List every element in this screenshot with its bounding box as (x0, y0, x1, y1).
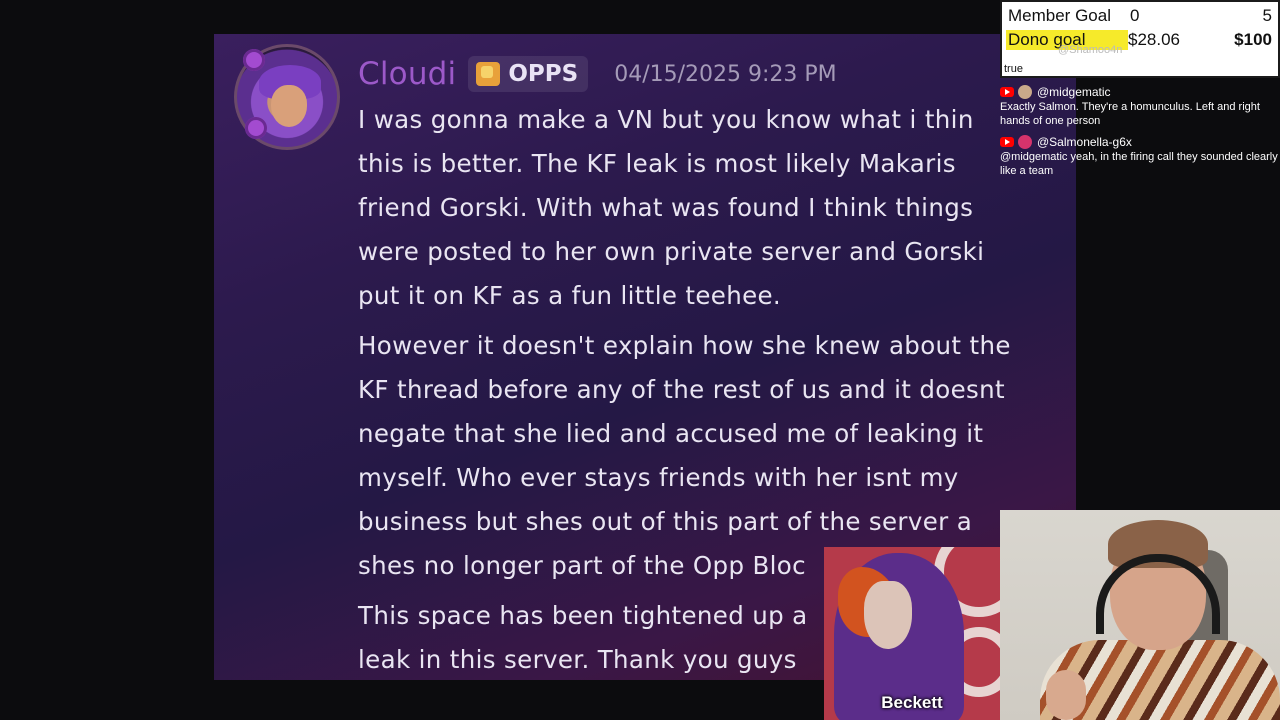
chat-text: Exactly Salmon. They're a homunculus. Le… (1000, 101, 1260, 127)
chat-username: @Salmonella-g6x (1037, 135, 1132, 149)
chat-message: @midgematic Exactly Salmon. They're a ho… (1000, 84, 1280, 128)
user-avatar[interactable] (234, 44, 340, 150)
member-goal-row: Member Goal 0 5 (1008, 4, 1272, 28)
message-header: Cloudi OPPS 04/15/2025 9:23 PM (358, 52, 837, 96)
member-goal-current: 0 (1130, 6, 1140, 25)
message-line: put it on KF as a fun little teehee. (358, 281, 782, 310)
hidden-chat-username: @Shamoo4n (1058, 44, 1123, 56)
youtube-icon (1000, 137, 1014, 147)
member-goal-target: 5 (1262, 6, 1272, 25)
rose-icon (243, 49, 265, 71)
chat-avatar (1018, 85, 1032, 99)
live-chat-overlay: @midgematic Exactly Salmon. They're a ho… (1000, 84, 1280, 184)
message-line: this is better. The KF leak is most like… (358, 149, 956, 178)
webcam-feed (1000, 510, 1280, 720)
dono-goal-row: Dono goal $28.06 $100 (1006, 28, 1272, 52)
message-paragraph: I was gonna make a VN but you know what … (358, 98, 1058, 318)
message-line: business but shes out of this part of th… (358, 507, 973, 536)
member-goal-label: Member Goal (1008, 6, 1111, 25)
avatar-face (271, 85, 307, 127)
chat-message-header: @midgematic (1000, 84, 1280, 100)
role-badge-icon (476, 62, 501, 86)
role-tag[interactable]: OPPS (468, 56, 589, 92)
character-face (864, 581, 912, 649)
youtube-icon (1000, 87, 1014, 97)
username[interactable]: Cloudi (358, 56, 456, 92)
chat-message: @Salmonella-g6x @midgematic yeah, in the… (1000, 134, 1280, 178)
chat-text: @midgematic yeah, in the firing call the… (1000, 151, 1278, 177)
message-line: myself. Who ever stays friends with her … (358, 463, 959, 492)
message-line: were posted to her own private server an… (358, 237, 985, 266)
message-line: I was gonna make a VN but you know what … (358, 105, 974, 134)
message-line: negate that she lied and accused me of l… (358, 419, 984, 448)
chat-username: @midgematic (1037, 85, 1111, 99)
message-line: KF thread before any of the rest of us a… (358, 375, 1005, 404)
character-card: Beckett (824, 547, 1000, 720)
stream-goals-widget: Member Goal 0 5 Dono goal $28.06 $100 @S… (1000, 0, 1280, 78)
rose-icon (245, 117, 267, 139)
dono-goal-target: $100 (1234, 30, 1272, 49)
dono-goal-current: $28.06 (1128, 30, 1180, 49)
message-line: However it doesn't explain how she knew … (358, 331, 1011, 360)
message-timestamp: 04/15/2025 9:23 PM (614, 61, 837, 87)
message-line: friend Gorski. With what was found I thi… (358, 193, 974, 222)
webcam-hand (1046, 670, 1086, 720)
role-label: OPPS (508, 61, 579, 87)
chat-message-header: @Salmonella-g6x (1000, 134, 1280, 150)
hidden-chat-text: true (1004, 63, 1023, 75)
character-name: Beckett (881, 693, 943, 712)
chat-avatar (1018, 135, 1032, 149)
